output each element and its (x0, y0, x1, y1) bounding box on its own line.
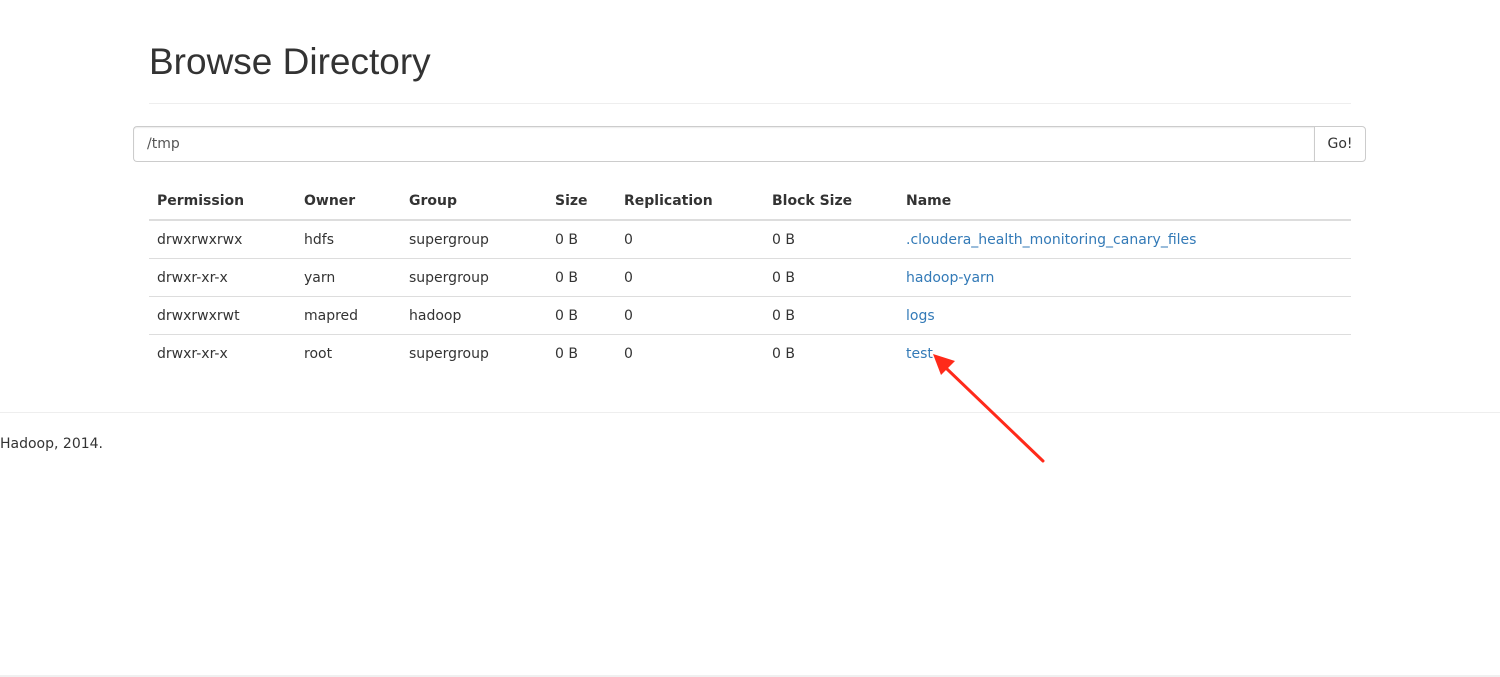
table-row: drwxr-xr-x root supergroup 0 B 0 0 B tes… (149, 335, 1351, 373)
directory-link-cloudera-canary[interactable]: .cloudera_health_monitoring_canary_files (906, 232, 1196, 248)
cell-size: 0 B (555, 345, 578, 362)
table-header-row: Permission Owner Group Size Replication … (149, 182, 1351, 221)
table-row: drwxrwxrwt mapred hadoop 0 B 0 0 B logs (149, 296, 1351, 335)
path-bar: Go! (133, 126, 1366, 162)
cell-name: .cloudera_health_monitoring_canary_files (898, 220, 1351, 259)
table-row: drwxr-xr-x yarn supergroup 0 B 0 0 B had… (149, 258, 1351, 297)
cell-size: 0 B (547, 220, 616, 259)
cell-permission: drwxr-xr-x (157, 345, 228, 362)
cell-replication: 0 (616, 220, 764, 259)
column-header-group[interactable]: Group (401, 182, 547, 221)
footer-divider (0, 412, 1500, 413)
page-title: Browse Directory (149, 41, 431, 82)
cell-owner: root (304, 345, 333, 362)
cell-size: 0 B (547, 258, 616, 297)
column-header-permission[interactable]: Permission (149, 182, 296, 221)
column-header-name[interactable]: Name (898, 182, 1351, 221)
cell-owner: mapred (296, 296, 401, 335)
cell-block-size: 0 B (764, 296, 898, 335)
directory-link-logs[interactable]: logs (906, 308, 935, 324)
go-button[interactable]: Go! (1314, 126, 1366, 162)
browse-directory-page: Browse Directory Go! Permission Owner Gr… (0, 0, 1500, 677)
directory-path-input[interactable] (133, 126, 1314, 162)
column-header-size[interactable]: Size (547, 182, 616, 221)
directory-listing-table: Permission Owner Group Size Replication … (149, 182, 1351, 372)
cell-group: hadoop (401, 296, 547, 335)
cell-name: test (898, 335, 1351, 373)
cell-owner: hdfs (296, 220, 401, 259)
cell-replication: 0 (616, 258, 764, 297)
cell-permission: drwxrwxrwt (149, 296, 296, 335)
cell-block-size: 0 B (772, 345, 795, 362)
cell-group: supergroup (401, 220, 547, 259)
table-row: drwxrwxrwx hdfs supergroup 0 B 0 0 B .cl… (149, 220, 1351, 259)
cell-replication: 0 (624, 345, 633, 362)
cell-permission: drwxr-xr-x (149, 258, 296, 297)
column-header-replication[interactable]: Replication (616, 182, 764, 221)
column-header-owner[interactable]: Owner (296, 182, 401, 221)
cell-permission: drwxrwxrwx (149, 220, 296, 259)
cell-replication: 0 (616, 296, 764, 335)
footer-copyright: Hadoop, 2014. (0, 436, 103, 452)
cell-group: supergroup (409, 345, 489, 362)
cell-size: 0 B (547, 296, 616, 335)
cell-block-size: 0 B (764, 258, 898, 297)
cell-name: hadoop-yarn (898, 258, 1351, 297)
directory-link-test[interactable]: test (906, 346, 933, 362)
cell-block-size: 0 B (764, 220, 898, 259)
column-header-block-size[interactable]: Block Size (764, 182, 898, 221)
directory-link-hadoop-yarn[interactable]: hadoop-yarn (906, 270, 994, 286)
cell-owner: yarn (296, 258, 401, 297)
cell-group: supergroup (401, 258, 547, 297)
title-divider (149, 103, 1351, 104)
annotation-arrow-shaft (945, 367, 1045, 463)
cell-name: logs (898, 296, 1351, 335)
